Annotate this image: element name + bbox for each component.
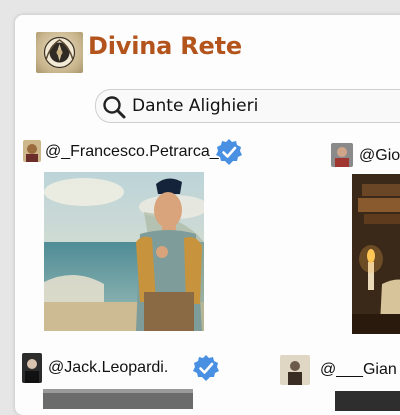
avatar-portrait-icon	[280, 355, 310, 385]
avatar-portrait-icon	[22, 353, 42, 383]
post-image[interactable]	[335, 391, 400, 411]
app-window: Divina Rete @_Francesco.Petrarca_	[15, 15, 400, 415]
username[interactable]: @___Gian	[320, 361, 397, 379]
post-image[interactable]	[44, 172, 204, 331]
avatar-portrait-icon	[23, 140, 41, 162]
search-input[interactable]	[132, 94, 400, 118]
username[interactable]: @_Francesco.Petrarca_	[45, 143, 219, 161]
username[interactable]: @Jack.Leopardi.	[48, 359, 168, 377]
candle-and-books-image	[352, 174, 400, 334]
app-logo[interactable]	[36, 32, 83, 73]
verified-badge-icon	[193, 355, 219, 381]
avatar[interactable]	[22, 353, 42, 383]
username[interactable]: @Giov	[359, 147, 400, 165]
laurel-emblem-icon	[43, 36, 76, 69]
avatar-portrait-icon	[331, 143, 353, 167]
post-header: @_Francesco.Petrarca_	[23, 139, 263, 170]
post-header: @Jack.Leopardi.	[22, 353, 242, 383]
avatar[interactable]	[331, 143, 353, 167]
post-header: @Giov	[331, 143, 400, 173]
verified-badge-icon	[216, 139, 242, 165]
avatar[interactable]	[280, 355, 310, 385]
renaissance-man-by-sea-image	[44, 172, 204, 331]
avatar[interactable]	[23, 140, 41, 162]
search-bar[interactable]	[95, 89, 400, 123]
post-image-cropped	[43, 389, 193, 409]
post-image-cropped	[335, 391, 400, 411]
search-icon[interactable]	[101, 94, 127, 120]
post-image[interactable]	[43, 389, 193, 409]
post-header: @___Gian	[280, 355, 400, 385]
app-title[interactable]: Divina Rete	[88, 32, 242, 60]
post-image[interactable]	[352, 174, 400, 334]
